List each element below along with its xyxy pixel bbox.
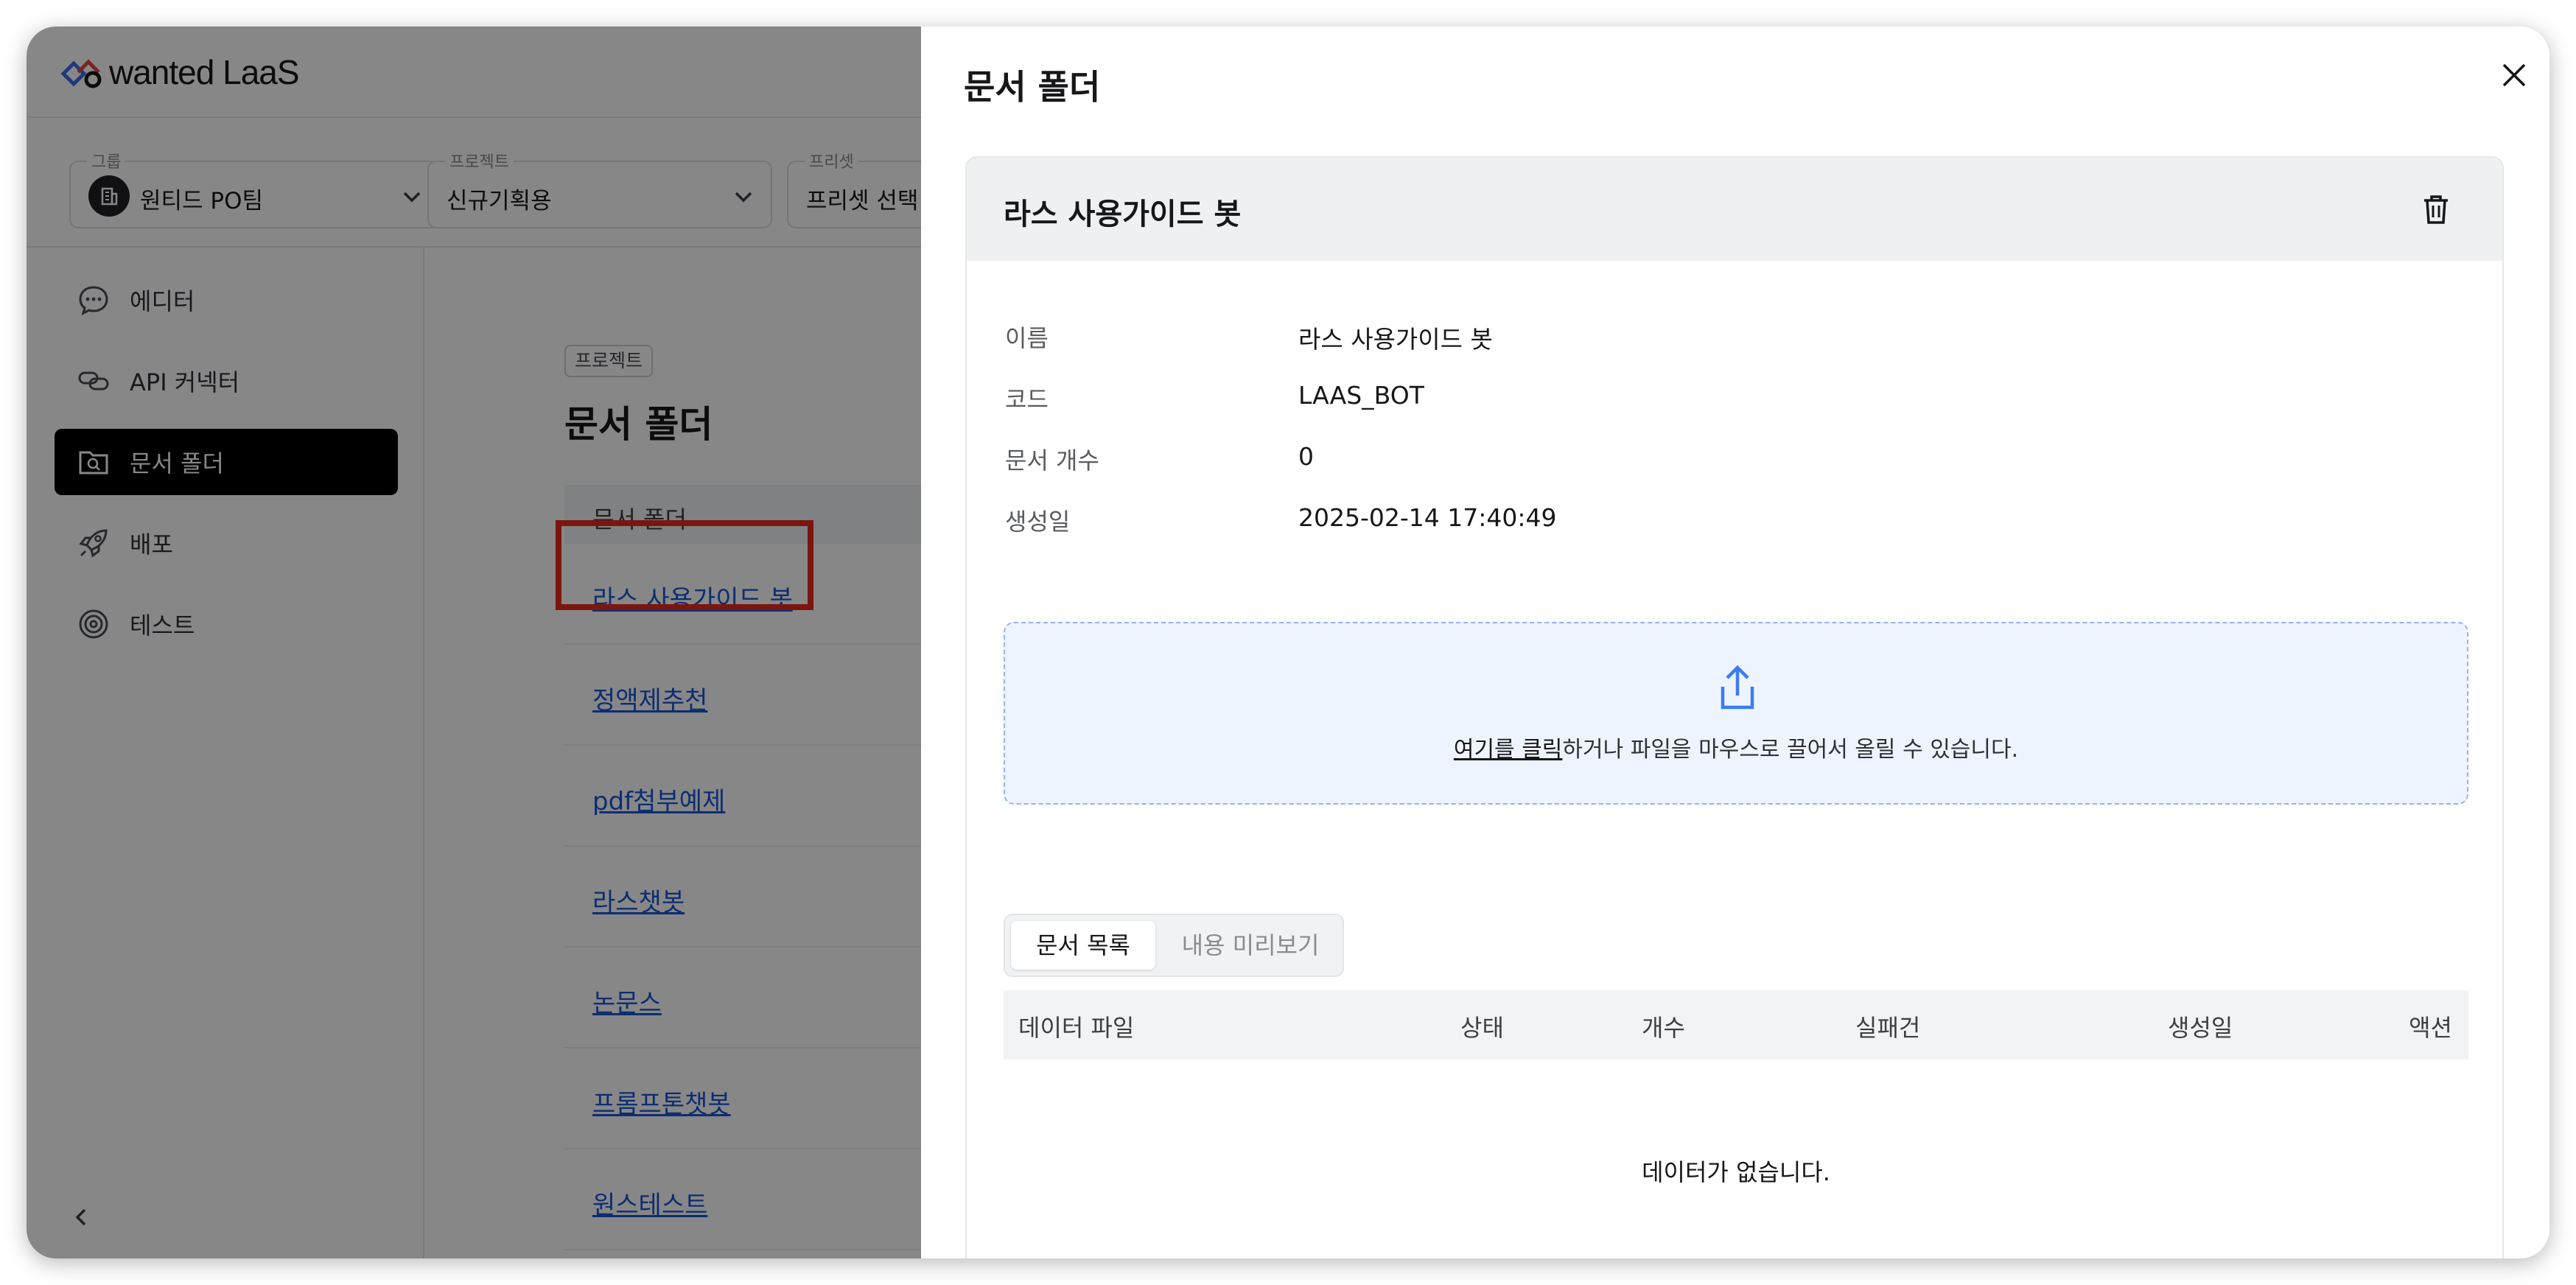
document-table-header: 데이터 파일 상태 개수 실패건 생성일 액션 xyxy=(1004,990,2468,1060)
upload-text: 하거나 파일을 마우스로 끌어서 올릴 수 있습니다. xyxy=(1562,737,2019,763)
column-header-data-file: 데이터 파일 xyxy=(1018,1014,1135,1042)
modal-overlay[interactable] xyxy=(27,27,948,1258)
close-icon xyxy=(2502,63,2526,87)
drawer-title: 문서 폴더 xyxy=(964,67,1101,107)
info-value-code: LAAS_BOT xyxy=(1298,381,1424,410)
upload-icon xyxy=(1721,665,1754,710)
info-label-code: 코드 xyxy=(1005,385,1049,413)
column-header-failed: 실패건 xyxy=(1855,1014,1921,1042)
tab-document-list[interactable]: 문서 목록 xyxy=(1011,921,1155,970)
upload-instructions: 여기를 클릭하거나 파일을 마우스로 끌어서 올릴 수 있습니다. xyxy=(1005,731,2467,763)
trash-icon[interactable] xyxy=(2418,192,2454,227)
folder-card-header: 라스 사용가이드 봇 xyxy=(967,158,2502,261)
info-value-doc-count: 0 xyxy=(1298,442,1314,471)
column-header-status: 상태 xyxy=(1460,1014,1504,1042)
column-header-created: 생성일 xyxy=(2168,1014,2233,1042)
info-label-name: 이름 xyxy=(1005,324,1049,352)
app-window: wanted LaaS 그룹 원티드 PO팀 프로젝트 신규기획용 프리셋 프리… xyxy=(27,27,2549,1258)
folder-detail-drawer: 문서 폴더 라스 사용가이드 봇 이름 라스 사용가이드 봇 코드 LAAS_B… xyxy=(921,27,2549,1258)
column-header-action: 액션 xyxy=(2409,1014,2452,1042)
upload-click-link[interactable]: 여기를 클릭 xyxy=(1454,737,1563,763)
empty-state-text: 데이터가 없습니다. xyxy=(1642,1158,1830,1186)
folder-card-title: 라스 사용가이드 봇 xyxy=(1004,197,1242,231)
close-button[interactable] xyxy=(2493,55,2535,96)
info-value-created: 2025-02-14 17:40:49 xyxy=(1298,503,1557,532)
view-tabs: 문서 목록 내용 미리보기 xyxy=(1004,914,1344,977)
info-label-created: 생성일 xyxy=(1005,508,1071,536)
info-value-name: 라스 사용가이드 봇 xyxy=(1298,325,1493,354)
file-upload-dropzone[interactable]: 여기를 클릭하거나 파일을 마우스로 끌어서 올릴 수 있습니다. xyxy=(1004,622,2468,805)
column-header-count: 개수 xyxy=(1642,1014,1685,1042)
info-label-doc-count: 문서 개수 xyxy=(1005,447,1099,475)
tab-content-preview[interactable]: 내용 미리보기 xyxy=(1163,921,1338,970)
folder-card: 라스 사용가이드 봇 이름 라스 사용가이드 봇 코드 LAAS_BOT 문서 … xyxy=(965,156,2504,1258)
